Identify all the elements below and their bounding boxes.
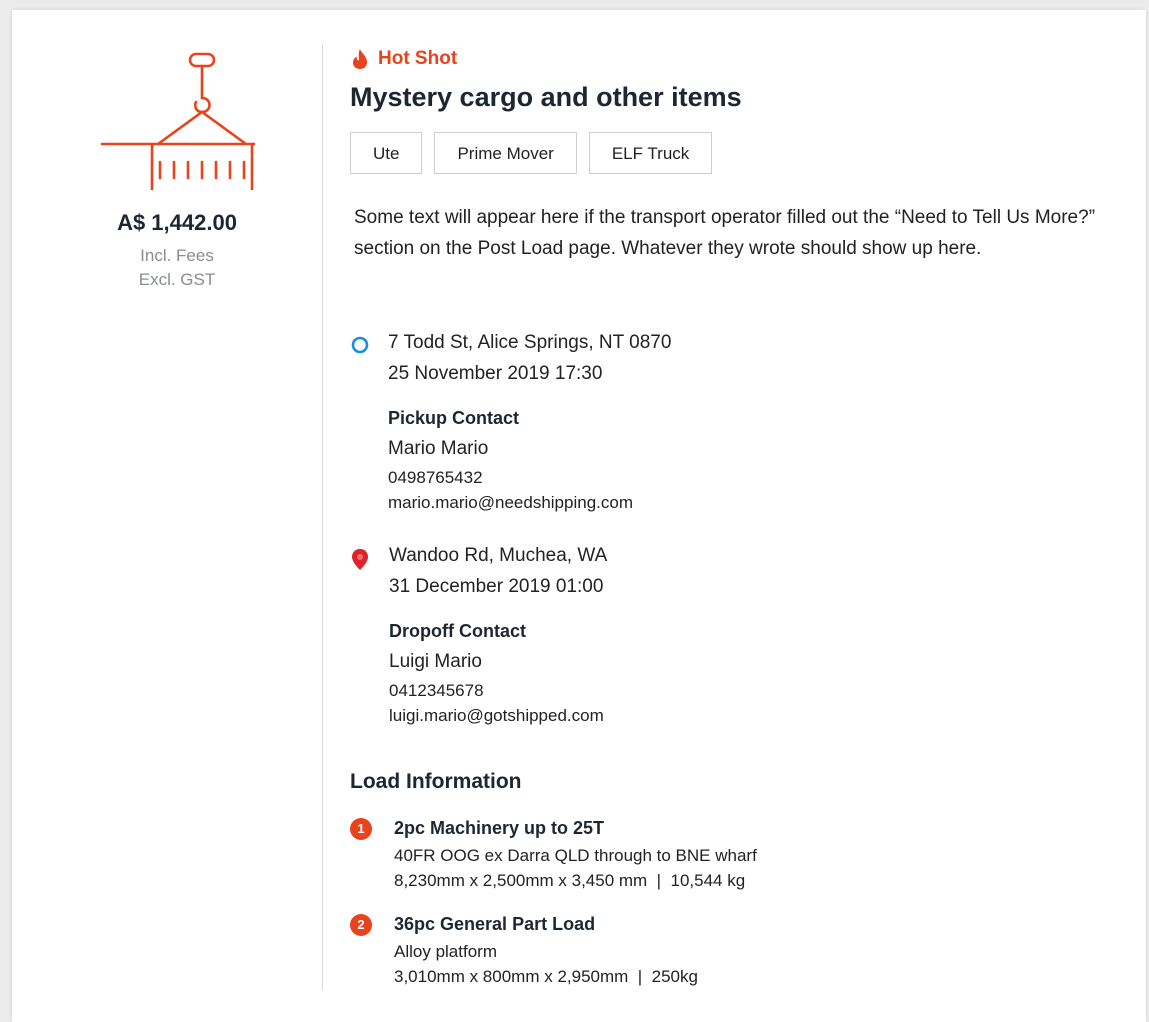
load-item-number-badge: 1 bbox=[350, 818, 372, 840]
pickup-contact-phone[interactable]: 0498765432 bbox=[388, 468, 483, 488]
load-item-description: 40FR OOG ex Darra QLD through to BNE wha… bbox=[394, 846, 757, 865]
gst-note: Excl. GST bbox=[138, 270, 216, 289]
dropoff-contact-phone[interactable]: 0412345678 bbox=[389, 681, 484, 701]
hot-shot-label: Hot Shot bbox=[378, 48, 458, 69]
dropoff-contact-email[interactable]: luigi.mario@gotshipped.com bbox=[389, 706, 604, 726]
container-crane-icon bbox=[100, 52, 256, 190]
load-information-heading: Load Information bbox=[350, 770, 522, 793]
fees-note: Incl. Fees bbox=[140, 246, 214, 265]
map-pin-icon bbox=[352, 549, 368, 570]
load-item-number-badge: 2 bbox=[350, 914, 372, 936]
listing-title: Mystery cargo and other items bbox=[350, 82, 742, 112]
column-divider bbox=[322, 44, 323, 990]
pickup-circle-icon bbox=[351, 336, 369, 354]
vehicle-tags: Ute Prime Mover ELF Truck bbox=[350, 132, 713, 174]
hot-shot-badge: Hot Shot bbox=[350, 48, 457, 70]
load-item-name: 36pc General Part Load bbox=[394, 914, 596, 934]
pickup-contact-email[interactable]: mario.mario@needshipping.com bbox=[388, 493, 633, 513]
vehicle-tag-prime-mover[interactable]: Prime Mover bbox=[434, 132, 577, 174]
load-item-name: 2pc Machinery up to 25T bbox=[394, 818, 605, 838]
dropoff-datetime: 31 December 2019 01:00 bbox=[389, 576, 604, 597]
vehicle-tag-ute[interactable]: Ute bbox=[350, 132, 423, 174]
pickup-contact-title: Pickup Contact bbox=[388, 408, 520, 428]
flame-icon bbox=[353, 49, 367, 69]
pickup-contact-name: Mario Mario bbox=[388, 438, 489, 459]
load-item-dimensions: 3,010mm x 800mm x 2,950mm | 250kg bbox=[394, 967, 698, 986]
load-item-dimensions: 8,230mm x 2,500mm x 3,450 mm | 10,544 kg bbox=[394, 871, 746, 890]
pickup-address: 7 Todd St, Alice Springs, NT 0870 bbox=[388, 332, 672, 353]
dropoff-contact-name: Luigi Mario bbox=[389, 651, 482, 672]
dropoff-contact-title: Dropoff Contact bbox=[389, 621, 526, 641]
load-item-description: Alloy platform bbox=[394, 942, 497, 961]
load-detail-card: A$ 1,442.00 Incl. Fees Excl. GST Hot Sho… bbox=[12, 10, 1146, 1022]
price: A$ 1,442.00 bbox=[117, 210, 237, 235]
dropoff-address: Wandoo Rd, Muchea, WA bbox=[389, 545, 608, 566]
vehicle-tag-elf-truck[interactable]: ELF Truck bbox=[588, 132, 713, 174]
pickup-datetime: 25 November 2019 17:30 bbox=[388, 363, 603, 384]
listing-description: Some text will appear here if the transp… bbox=[354, 207, 1096, 259]
